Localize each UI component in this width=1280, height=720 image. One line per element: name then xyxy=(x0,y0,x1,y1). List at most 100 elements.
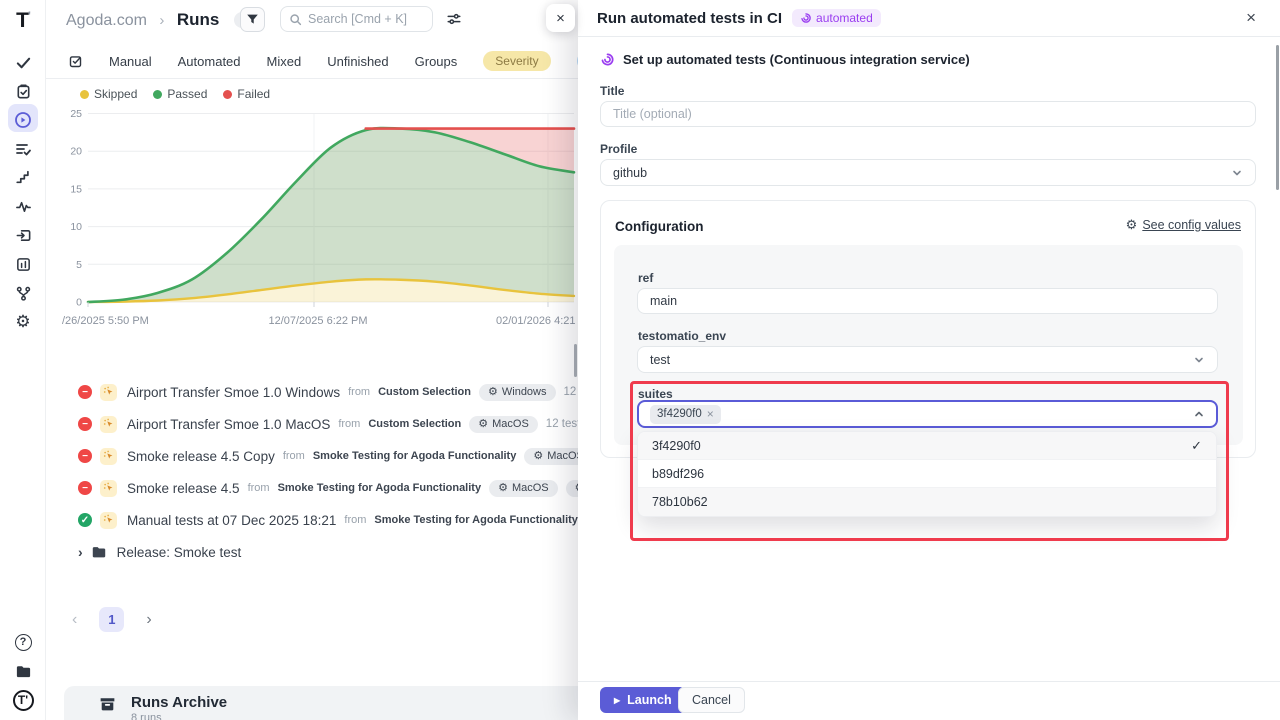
manual-click-icon xyxy=(100,480,117,497)
run-from-label: from xyxy=(248,482,270,494)
suite-tag: 3f4290f0 × xyxy=(650,405,721,424)
archive-title: Runs Archive xyxy=(131,694,227,712)
steps-stairs-icon[interactable] xyxy=(0,164,46,190)
account-logo-icon[interactable]: T' xyxy=(0,687,46,713)
env-badge: ⚙Windows xyxy=(479,384,556,401)
testomatio-env-label: testomatio_env xyxy=(638,329,726,343)
pagination: ‹ 1 › xyxy=(72,607,152,632)
run-source: Smoke Testing for Agoda Functionality xyxy=(374,514,578,526)
manual-click-icon xyxy=(100,416,117,433)
breadcrumb: Agoda.com › Runs 5 xyxy=(66,10,256,30)
automated-badge: automated xyxy=(792,9,881,27)
svg-text:5: 5 xyxy=(76,259,82,271)
close-icon: × xyxy=(1246,8,1256,27)
tab-severity[interactable]: Severity xyxy=(483,51,550,71)
search-box[interactable] xyxy=(280,6,433,32)
projects-folder-icon[interactable] xyxy=(0,658,46,684)
cancel-button[interactable]: Cancel xyxy=(678,687,745,713)
chevron-down-icon xyxy=(1231,167,1243,179)
env-badge: ⚙MacOS xyxy=(469,416,538,433)
next-page-icon[interactable]: › xyxy=(146,611,151,629)
chart-legend: Skipped Passed Failed xyxy=(80,87,270,101)
runs-play-icon[interactable] xyxy=(0,107,46,133)
run-title: Airport Transfer Smoe 1.0 MacOS xyxy=(127,417,330,432)
folder-row[interactable]: › Release: Smoke test xyxy=(46,536,578,568)
breadcrumb-project[interactable]: Agoda.com xyxy=(66,12,147,29)
tab-groups[interactable]: Groups xyxy=(415,54,458,69)
see-config-values-link[interactable]: ⚙ See config values xyxy=(1126,217,1241,233)
run-tests-count: 12 tests xyxy=(546,418,578,430)
close-icon: × xyxy=(556,10,565,27)
archive-icon xyxy=(98,694,117,713)
skipped-dot-icon xyxy=(80,90,89,99)
svg-text:20: 20 xyxy=(70,146,82,158)
footer-divider xyxy=(578,681,1280,682)
suites-multiselect[interactable]: 3f4290f0 × xyxy=(637,400,1218,428)
run-source: Smoke Testing for Agoda Functionality xyxy=(313,450,517,462)
remove-tag-icon[interactable]: × xyxy=(707,407,714,421)
run-source: Custom Selection xyxy=(378,386,471,398)
analytics-pulse-icon[interactable] xyxy=(0,193,46,219)
run-title: Smoke release 4.5 xyxy=(127,481,240,496)
svg-text:0: 0 xyxy=(76,297,82,309)
main-scrollbar[interactable] xyxy=(574,344,577,377)
drawer-close-button[interactable]: × xyxy=(1246,9,1256,26)
run-row[interactable]: − Smoke release 4.5 Copy from Smoke Test… xyxy=(46,440,578,472)
configuration-title: Configuration xyxy=(615,219,703,234)
run-in-ci-drawer: Run automated tests in CI automated × Se… xyxy=(578,0,1280,720)
drawer-header: Run automated tests in CI automated xyxy=(578,0,1280,37)
tab-manual[interactable]: Manual xyxy=(109,54,152,69)
launch-button[interactable]: ▶ Launch xyxy=(600,687,686,713)
view-settings-icon[interactable] xyxy=(444,9,464,29)
run-source: Custom Selection xyxy=(368,418,461,430)
tab-automated[interactable]: Automated xyxy=(178,54,241,69)
branches-git-icon[interactable] xyxy=(0,280,46,306)
run-row[interactable]: − Airport Transfer Smoe 1.0 Windows from… xyxy=(46,376,578,408)
run-row[interactable]: ✓ Manual tests at 07 Dec 2025 18:21 from… xyxy=(46,504,578,536)
manual-click-icon xyxy=(100,384,117,401)
automation-swirl-icon xyxy=(600,52,615,67)
manual-click-icon xyxy=(100,512,117,529)
import-box-icon[interactable] xyxy=(0,222,46,248)
tabs-divider xyxy=(46,78,580,79)
profile-select[interactable]: github xyxy=(600,159,1256,186)
drawer-scrollbar[interactable] xyxy=(1276,45,1279,190)
dropdown-option[interactable]: 3f4290f0 ✓ xyxy=(638,432,1216,460)
dropdown-option[interactable]: 78b10b62 xyxy=(638,488,1216,516)
failed-status-icon: − xyxy=(78,385,92,399)
tab-unfinished[interactable]: Unfinished xyxy=(327,54,388,69)
ref-input[interactable] xyxy=(637,288,1218,314)
drawer-close-floating-button[interactable]: × xyxy=(546,4,575,32)
run-row[interactable]: − Airport Transfer Smoe 1.0 MacOS from C… xyxy=(46,408,578,440)
dropdown-option[interactable]: b89df296 xyxy=(638,460,1216,488)
select-runs-icon[interactable] xyxy=(68,54,83,69)
env-badge: ⚙MacOS xyxy=(524,448,578,465)
env-badge: ⚙Chrome xyxy=(566,480,578,497)
page-1-button[interactable]: 1 xyxy=(99,607,124,632)
x-axis-label-1: /26/2025 5:50 PM xyxy=(62,315,149,327)
run-title: Manual tests at 07 Dec 2025 18:21 xyxy=(127,513,336,528)
reports-chart-icon[interactable] xyxy=(0,251,46,277)
check-icon[interactable] xyxy=(0,49,46,75)
manual-click-icon xyxy=(100,448,117,465)
results-list-icon[interactable] xyxy=(0,136,46,162)
expand-chevron-icon[interactable]: › xyxy=(78,544,83,560)
help-icon[interactable]: ? xyxy=(0,629,46,655)
filter-button[interactable] xyxy=(240,7,265,32)
settings-gear-icon[interactable]: ⚙ xyxy=(0,309,46,335)
play-icon: ▶ xyxy=(614,696,620,705)
run-row[interactable]: − Smoke release 4.5 from Smoke Testing f… xyxy=(46,472,578,504)
search-input[interactable] xyxy=(308,12,418,26)
svg-text:25: 25 xyxy=(70,108,82,120)
suites-label: suites xyxy=(638,387,673,401)
title-input[interactable] xyxy=(600,101,1256,127)
testomatio-env-select[interactable]: test xyxy=(637,346,1218,373)
prev-page-icon[interactable]: ‹ xyxy=(72,611,77,629)
legend-passed: Passed xyxy=(153,87,207,101)
app-logo[interactable]: T' xyxy=(0,8,46,34)
tab-mixed[interactable]: Mixed xyxy=(267,54,302,69)
tasks-clipboard-icon[interactable] xyxy=(0,78,46,104)
env-value: test xyxy=(650,353,670,367)
passed-dot-icon xyxy=(153,90,162,99)
search-icon xyxy=(289,13,302,26)
